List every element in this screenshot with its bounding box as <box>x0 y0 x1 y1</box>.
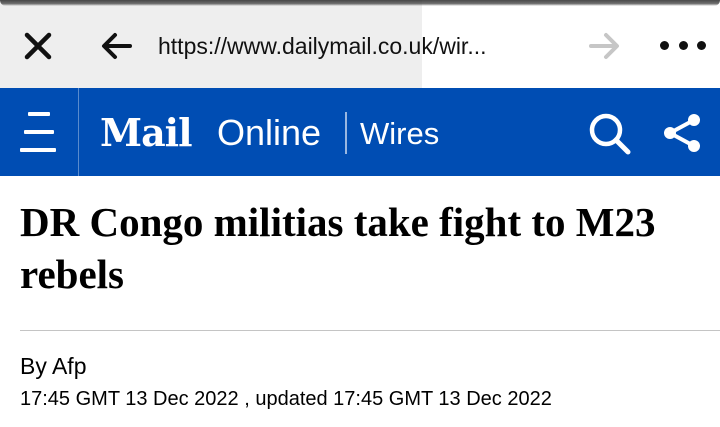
article-byline: By Afp <box>20 353 87 379</box>
forward-button[interactable] <box>587 28 623 64</box>
more-horizontal-icon <box>697 40 706 50</box>
logo-separator <box>345 112 347 154</box>
search-icon <box>589 113 631 155</box>
site-logo-mail[interactable]: Mail <box>100 108 193 158</box>
arrow-right-icon <box>589 33 619 59</box>
close-button[interactable] <box>20 28 56 64</box>
arrow-left-icon <box>102 33 132 59</box>
article-headline: DR Congo militias take fight to M23 rebe… <box>20 199 656 297</box>
more-menu-button[interactable] <box>660 30 706 60</box>
search-button[interactable] <box>586 110 632 156</box>
share-button[interactable] <box>660 110 706 156</box>
menu-icon[interactable] <box>20 112 56 152</box>
device-top-edge <box>0 0 720 6</box>
close-icon <box>24 32 52 60</box>
more-horizontal-icon <box>660 40 669 50</box>
article-timestamp: 17:45 GMT 13 Dec 2022 , updated 17:45 GM… <box>20 388 552 410</box>
site-logo-online[interactable]: Online <box>217 108 321 158</box>
headline-divider <box>20 330 720 331</box>
back-button[interactable] <box>98 28 134 64</box>
section-title[interactable]: Wires <box>360 108 439 158</box>
header-divider <box>78 88 79 176</box>
address-bar[interactable]: https://www.dailymail.co.uk/wir... <box>158 30 578 62</box>
browser-toolbar: https://www.dailymail.co.uk/wir... <box>0 0 720 88</box>
share-icon <box>664 114 700 152</box>
more-horizontal-icon <box>678 40 688 50</box>
